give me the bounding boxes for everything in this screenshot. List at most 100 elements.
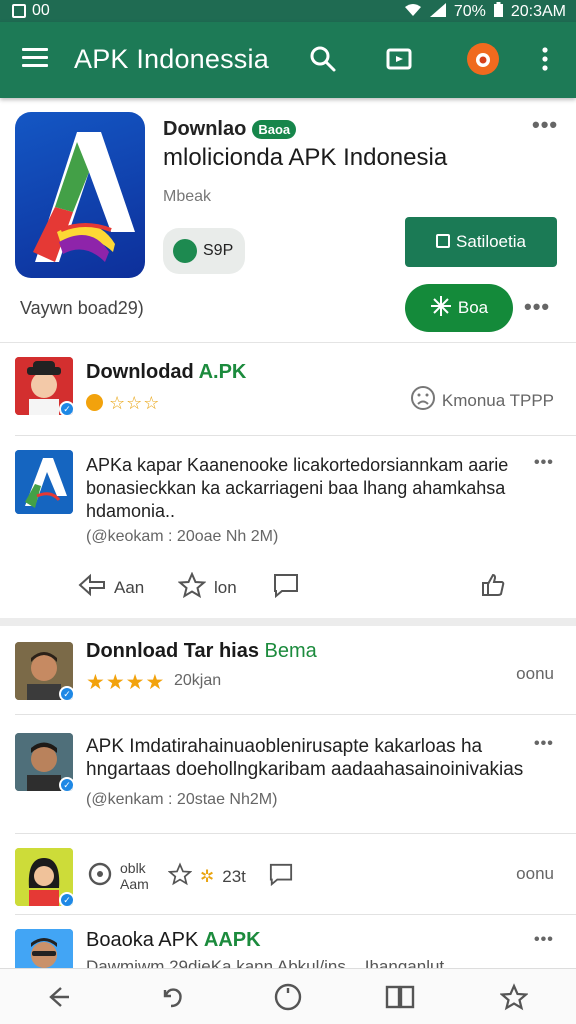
sad-face-icon [410, 385, 436, 416]
app-bar-title: APK Indonessia [74, 44, 269, 74]
avatar [15, 929, 73, 968]
like-action[interactable] [480, 572, 506, 603]
verified-icon: ✓ [59, 401, 73, 415]
library-icon[interactable] [384, 981, 416, 1013]
review-header-2[interactable]: ✓ Donnload Tar hias Bema ★★★★ 20kjan oon… [0, 626, 576, 714]
thumbs-up-icon [480, 572, 506, 603]
favorites-icon[interactable] [498, 981, 530, 1013]
reply-icon [78, 572, 106, 603]
verified-icon: ✓ [59, 777, 73, 791]
app-header: Downlao Baoa ••• mlolicionda APK Indones… [0, 98, 576, 343]
review-right-label: oonu [516, 864, 554, 883]
review-title-accent: Bema [264, 640, 317, 662]
review-text: APK Imdatirahainuaoblenirusapte kakarloa… [86, 736, 524, 780]
avatar: ✓ [15, 733, 73, 791]
home-icon[interactable] [272, 981, 304, 1013]
review-item-2[interactable]: ✓ APK Imdatirahainuaoblenirusapte kakarl… [0, 715, 576, 833]
review-more-icon[interactable]: ••• [534, 735, 554, 753]
app-title-line: Downlao Baoa [163, 118, 297, 141]
review-snippet: Dawmiwm 29dieKa kann Abkul/ins... Ihanga… [86, 957, 445, 968]
review-header-3[interactable]: Boaoka APK AAPK ••• Dawmiwm 29dieKa kann… [0, 915, 576, 968]
view-action[interactable]: oblk Aam [88, 860, 149, 892]
secondary-button-label: Boa [457, 298, 489, 317]
review-meta: Kmonua TPPP [410, 385, 554, 416]
comment-action[interactable] [268, 862, 294, 891]
sparkle-small-icon: ✲ [200, 866, 215, 886]
wifi-icon [404, 3, 422, 22]
rating-pill[interactable]: S9P [163, 228, 245, 274]
header-more-icon[interactable]: ••• [524, 294, 550, 320]
app-bar: APK Indonessia [0, 22, 576, 98]
app-name: mlolicionda APK Indonesia [163, 144, 448, 171]
menu-icon[interactable] [22, 48, 48, 68]
app-logo [15, 112, 145, 278]
review-title: Donnload Tar hias Bema [86, 640, 317, 663]
app-title: Downlao [163, 118, 247, 140]
star-rating: ☆☆☆ [86, 393, 160, 414]
rate-action[interactable]: lon [177, 571, 237, 603]
comment-icon [272, 572, 300, 603]
download-count: Vaywn boad29) [20, 298, 144, 318]
search-icon[interactable] [306, 42, 340, 76]
sparkle-icon [430, 295, 452, 322]
secondary-button[interactable]: Boa [405, 284, 513, 332]
bottom-nav [0, 968, 576, 1024]
coin-icon [86, 394, 103, 411]
review-title-text: Downlodad [86, 361, 194, 383]
clock: 20:3AM [510, 3, 566, 20]
star-outline-icon [167, 862, 193, 891]
app-meta: Mbeak [163, 188, 212, 205]
rate-action[interactable]: ✲ 23t [167, 862, 246, 891]
overflow-menu-icon[interactable] [528, 42, 562, 76]
rating-pill-label: S9P [203, 242, 234, 259]
review-more-icon[interactable]: ••• [534, 931, 554, 949]
review-more-icon[interactable]: ••• [534, 454, 554, 472]
install-button[interactable]: Satiloetia [405, 217, 557, 267]
comment-action[interactable] [272, 572, 308, 603]
review-date: 20kjan [174, 672, 222, 689]
star-rating: ★★★★ [86, 671, 166, 694]
avatar: ✓ [15, 848, 73, 906]
review-title-text: Donnload Tar hias [86, 640, 259, 662]
avatar: ✓ [15, 357, 73, 415]
verified-icon: ✓ [59, 892, 73, 906]
rate-count: 23t [222, 866, 246, 886]
install-button-label: Satiloetia [456, 232, 526, 251]
notification-icon [12, 4, 26, 18]
battery-level: 70% [453, 3, 486, 20]
view-meta-top: oblk [120, 860, 146, 876]
install-icon [436, 232, 451, 253]
cast-icon[interactable] [382, 42, 416, 76]
view-meta: oblk Aam [120, 860, 149, 892]
profile-icon[interactable] [466, 42, 500, 76]
reply-action[interactable]: Aan [78, 572, 144, 603]
review-text: APKa kapar Kaanenooke licakortedorsiannk… [86, 455, 509, 521]
review-title-accent: A.PK [198, 361, 247, 383]
review-actions-row[interactable]: ✓ oblk Aam ✲ 23t oonu [0, 834, 576, 914]
clock-icon [88, 862, 112, 891]
section-separator [0, 618, 576, 626]
review-item-1[interactable]: APKa kapar Kaanenooke licakortedorsiannk… [0, 436, 576, 618]
star-outline-icon [177, 571, 207, 603]
rating-dot-icon [173, 239, 197, 263]
status-bar: 00 70% 20:3AM [0, 0, 576, 22]
signal-icon [429, 2, 446, 22]
review-title: Boaoka APK AAPK [86, 929, 261, 952]
refresh-icon[interactable] [156, 981, 188, 1013]
review-sub: (@kenkam : 20stae Nh2M) [86, 791, 278, 808]
verified-icon: ✓ [59, 686, 73, 700]
review-right-label: oonu [516, 664, 554, 683]
review-sub: (@keokam : 20oae Nh 2M) [86, 528, 279, 545]
review-meta-label: Kmonua TPPP [441, 390, 554, 410]
rate-label: lon [214, 577, 237, 597]
review-title-text: Boaoka APK [86, 929, 199, 951]
comment-icon [268, 862, 294, 891]
review-title: Downlodad A.PK [86, 361, 246, 384]
app-badge: Baoa [252, 120, 297, 139]
review-header-1[interactable]: ✓ Downlodad A.PK ☆☆☆ Kmonua TPPP [0, 343, 576, 435]
back-icon[interactable] [42, 981, 74, 1013]
view-meta-bottom: Aam [120, 876, 149, 892]
app-thumbnail [15, 450, 73, 514]
app-more-icon[interactable]: ••• [532, 112, 558, 138]
avatar: ✓ [15, 642, 73, 700]
